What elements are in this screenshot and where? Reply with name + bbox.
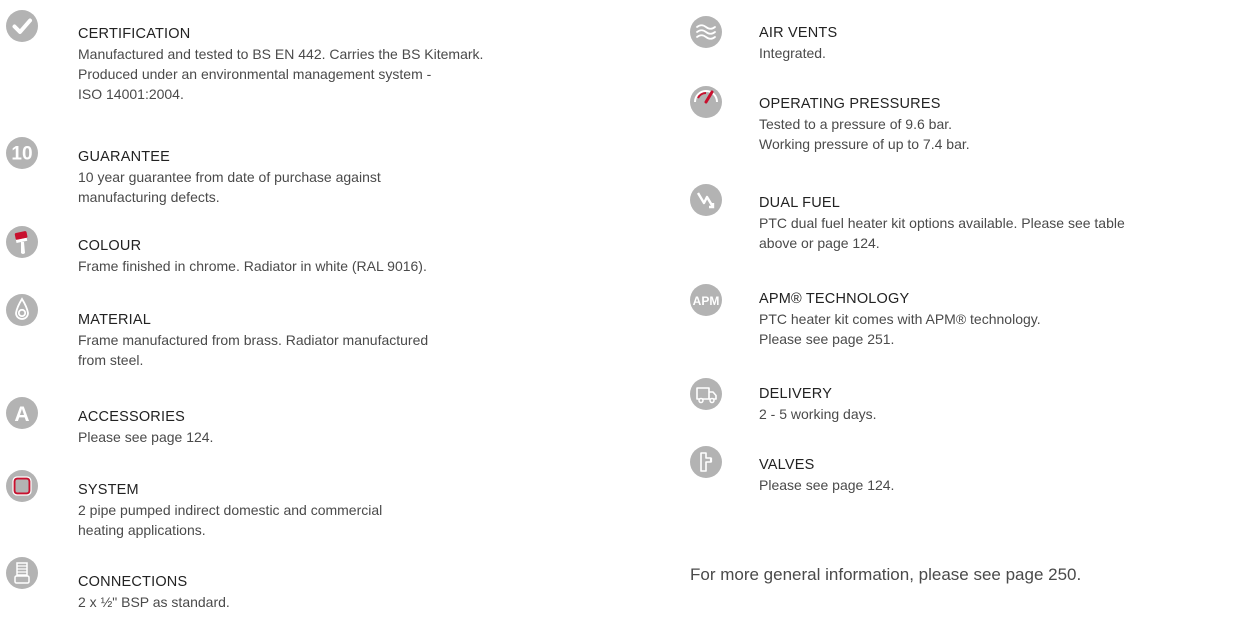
feature-description-line: heating applications. bbox=[78, 522, 206, 538]
check-icon bbox=[6, 10, 38, 42]
spec-page: CERTIFICATION Manufactured and tested to… bbox=[0, 0, 1243, 619]
feature-description-line: Tested to a pressure of 9.6 bar. bbox=[759, 116, 953, 132]
feature-description-line: from steel. bbox=[78, 352, 144, 368]
feature-title: GUARANTEE bbox=[78, 149, 171, 165]
feature-description-line: 2 x ½" BSP as standard. bbox=[78, 594, 230, 610]
feature-description-line: ISO 14001:2004. bbox=[78, 86, 184, 102]
ten-year-icon: 10 bbox=[6, 137, 38, 169]
valve-icon bbox=[690, 446, 722, 478]
feature-description-line: manufacturing defects. bbox=[78, 189, 220, 205]
feature-description-line: Working pressure of up to 7.4 bar. bbox=[759, 136, 970, 152]
feature-description-line: Manufactured and tested to BS EN 442. Ca… bbox=[78, 46, 484, 62]
feature-title: SYSTEM bbox=[78, 482, 139, 498]
apm-icon: APM bbox=[690, 284, 722, 316]
feature-title: OPERATING PRESSURES bbox=[759, 96, 941, 112]
feature-description-line: 2 pipe pumped indirect domestic and comm… bbox=[78, 502, 383, 518]
system-loop-icon bbox=[6, 470, 38, 502]
feature-description-line: above or page 124. bbox=[759, 235, 880, 251]
delivery-truck-icon bbox=[690, 378, 722, 410]
feature-description-line: Please see page 124. bbox=[759, 477, 895, 493]
feature-title: VALVES bbox=[759, 457, 815, 473]
feature-description-line: Integrated. bbox=[759, 45, 826, 61]
dual-fuel-icon bbox=[690, 184, 722, 216]
feature-description-line: PTC heater kit comes with APM® technolog… bbox=[759, 311, 1041, 327]
feature-description-line: 2 - 5 working days. bbox=[759, 406, 877, 422]
feature-title: MATERIAL bbox=[78, 312, 152, 328]
connection-fitting-icon bbox=[6, 557, 38, 589]
feature-description-line: Frame manufactured from brass. Radiator … bbox=[78, 332, 429, 348]
feature-title: APM® TECHNOLOGY bbox=[759, 291, 910, 307]
feature-title: COLOUR bbox=[78, 238, 142, 254]
feature-description-line: Please see page 251. bbox=[759, 331, 895, 347]
pressure-gauge-icon bbox=[690, 86, 722, 118]
accessories-icon-text: A bbox=[14, 403, 29, 426]
apm-icon-text: APM bbox=[693, 294, 720, 308]
feature-title: CONNECTIONS bbox=[78, 574, 188, 590]
feature-description-line: 10 year guarantee from date of purchase … bbox=[78, 169, 381, 185]
accessories-a-icon: A bbox=[6, 397, 38, 429]
feature-title: AIR VENTS bbox=[759, 25, 838, 41]
ten-year-icon-text: 10 bbox=[11, 144, 32, 165]
paintbrush-icon bbox=[6, 226, 38, 258]
feature-title: DELIVERY bbox=[759, 386, 833, 402]
feature-description-line: Please see page 124. bbox=[78, 429, 214, 445]
feature-title: ACCESSORIES bbox=[78, 409, 185, 425]
feature-description-line: Produced under an environmental manageme… bbox=[78, 66, 432, 82]
feature-title: DUAL FUEL bbox=[759, 195, 841, 211]
feature-title: CERTIFICATION bbox=[78, 26, 191, 42]
feature-description-line: Frame finished in chrome. Radiator in wh… bbox=[78, 258, 427, 274]
footer-note: For more general information, please see… bbox=[690, 565, 1082, 584]
air-waves-icon bbox=[690, 16, 722, 48]
material-drop-icon bbox=[6, 294, 38, 326]
feature-description-line: PTC dual fuel heater kit options availab… bbox=[759, 215, 1125, 231]
